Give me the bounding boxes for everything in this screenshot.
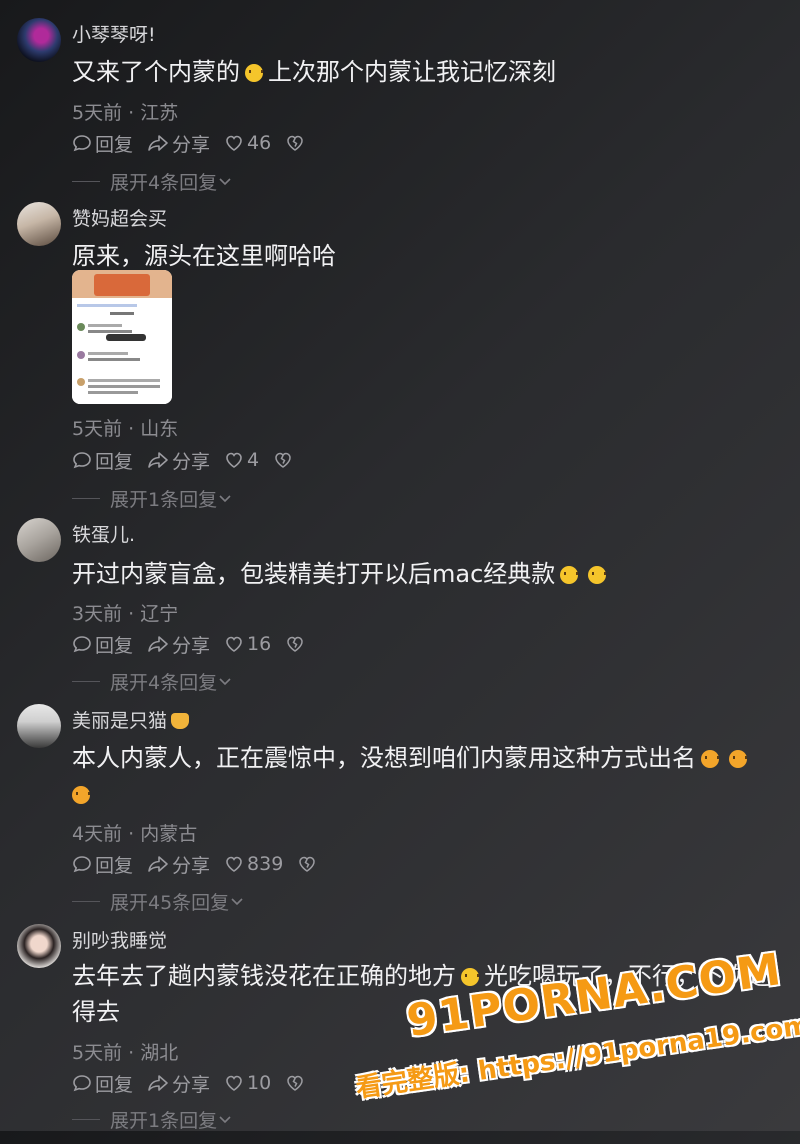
comment-text: 原来，源头在这里啊哈哈 (72, 242, 336, 270)
broken-heart-icon (287, 1075, 303, 1091)
expand-replies-button[interactable]: 展开1条回复 (72, 1106, 233, 1132)
like-button[interactable]: 46 (224, 132, 271, 154)
cat-emoji-icon (171, 713, 190, 729)
expand-replies-button[interactable]: 展开4条回复 (72, 668, 233, 694)
emoji-icon (461, 968, 479, 986)
avatar[interactable] (17, 202, 61, 246)
divider (72, 680, 100, 682)
avatar[interactable] (17, 18, 61, 62)
like-button[interactable]: 16 (224, 633, 271, 655)
expand-replies-button[interactable]: 展开1条回复 (72, 485, 233, 511)
comment-meta: 5天前 · 江苏 (72, 102, 179, 124)
emoji-icon (72, 786, 90, 804)
broken-heart-icon (287, 135, 303, 151)
broken-heart-icon (287, 636, 303, 652)
comment-actions: 回复 分享 10 (72, 1068, 322, 1098)
avatar[interactable] (17, 704, 61, 748)
expand-replies-button[interactable]: 展开45条回复 (72, 888, 245, 914)
heart-icon (226, 135, 242, 151)
chevron-down-icon (219, 178, 231, 186)
chevron-down-icon (231, 898, 243, 906)
share-icon (148, 135, 168, 151)
reply-button[interactable]: 回复 (72, 447, 133, 474)
reply-button[interactable]: 回复 (72, 130, 133, 157)
like-count: 839 (247, 853, 284, 875)
reply-icon (73, 135, 91, 152)
heart-icon (226, 856, 242, 872)
username[interactable]: 别吵我睡觉 (72, 926, 167, 953)
comment-text: 又来了个内蒙的 上次那个内蒙让我记忆深刻 (72, 58, 556, 86)
divider (72, 900, 100, 902)
reply-icon (73, 1075, 91, 1092)
avatar[interactable] (17, 518, 61, 562)
like-button[interactable]: 839 (224, 853, 283, 875)
emoji-icon (560, 566, 579, 584)
emoji-icon (588, 566, 607, 584)
share-button[interactable]: 分享 (147, 851, 210, 878)
dislike-button[interactable] (285, 634, 308, 654)
heart-icon (226, 452, 242, 468)
reply-button[interactable]: 回复 (72, 631, 133, 658)
broken-heart-icon (275, 452, 291, 468)
comment-meta: 4天前 · 内蒙古 (72, 823, 198, 845)
chevron-down-icon (219, 678, 231, 686)
chevron-down-icon (219, 1116, 231, 1124)
username[interactable]: 赞妈超会买 (72, 204, 167, 231)
comment-meta: 5天前 · 湖北 (72, 1042, 179, 1064)
chevron-down-icon (219, 495, 231, 503)
dislike-button[interactable] (273, 450, 296, 470)
comment-actions: 回复 分享 16 (72, 629, 322, 659)
comment-text: 本人内蒙人，正在震惊中，没想到咱们内蒙用这种方式出名 (72, 740, 788, 812)
dislike-button[interactable] (285, 1073, 308, 1093)
like-count: 46 (247, 132, 272, 154)
username[interactable]: 小琴琴呀! (72, 20, 156, 47)
like-count: 10 (247, 1072, 272, 1094)
share-icon (148, 636, 168, 652)
dislike-button[interactable] (285, 133, 308, 153)
expand-replies-button[interactable]: 展开4条回复 (72, 168, 233, 194)
reply-button[interactable]: 回复 (72, 1070, 133, 1097)
share-button[interactable]: 分享 (147, 1070, 210, 1097)
comment-image-preview (72, 270, 172, 404)
share-button[interactable]: 分享 (147, 447, 210, 474)
comment-actions: 回复 分享 4 (72, 445, 310, 475)
username[interactable]: 铁蛋儿. (72, 520, 135, 547)
reply-icon (73, 636, 91, 653)
like-button[interactable]: 10 (224, 1072, 271, 1094)
reply-icon (73, 856, 91, 873)
emoji-icon (729, 750, 747, 768)
avatar[interactable] (17, 924, 61, 968)
dislike-button[interactable] (297, 854, 320, 874)
heart-icon (226, 636, 242, 652)
comment-meta: 3天前 · 辽宁 (72, 603, 179, 625)
share-button[interactable]: 分享 (147, 130, 210, 157)
reply-button[interactable]: 回复 (72, 851, 133, 878)
share-icon (148, 1075, 168, 1091)
like-count: 4 (247, 449, 260, 471)
comment-meta: 5天前 · 山东 (72, 418, 179, 440)
emoji-icon (701, 750, 719, 768)
broken-heart-icon (299, 856, 316, 872)
heart-icon (226, 1075, 242, 1091)
emoji-icon (245, 64, 263, 82)
comment-text: 开过内蒙盲盒，包装精美打开以后mac经典款 (72, 556, 788, 592)
comment-actions: 回复 分享 46 (72, 128, 322, 158)
share-icon (148, 452, 168, 468)
reply-icon (73, 452, 91, 469)
share-icon (148, 856, 168, 872)
comment-actions: 回复 分享 839 (72, 849, 334, 879)
share-button[interactable]: 分享 (147, 631, 210, 658)
like-count: 16 (247, 633, 272, 655)
like-button[interactable]: 4 (224, 449, 259, 471)
username[interactable]: 美丽是只猫 (72, 706, 190, 733)
divider (72, 180, 100, 182)
divider (72, 1118, 100, 1120)
divider (72, 497, 100, 499)
comment-image[interactable] (72, 270, 172, 404)
